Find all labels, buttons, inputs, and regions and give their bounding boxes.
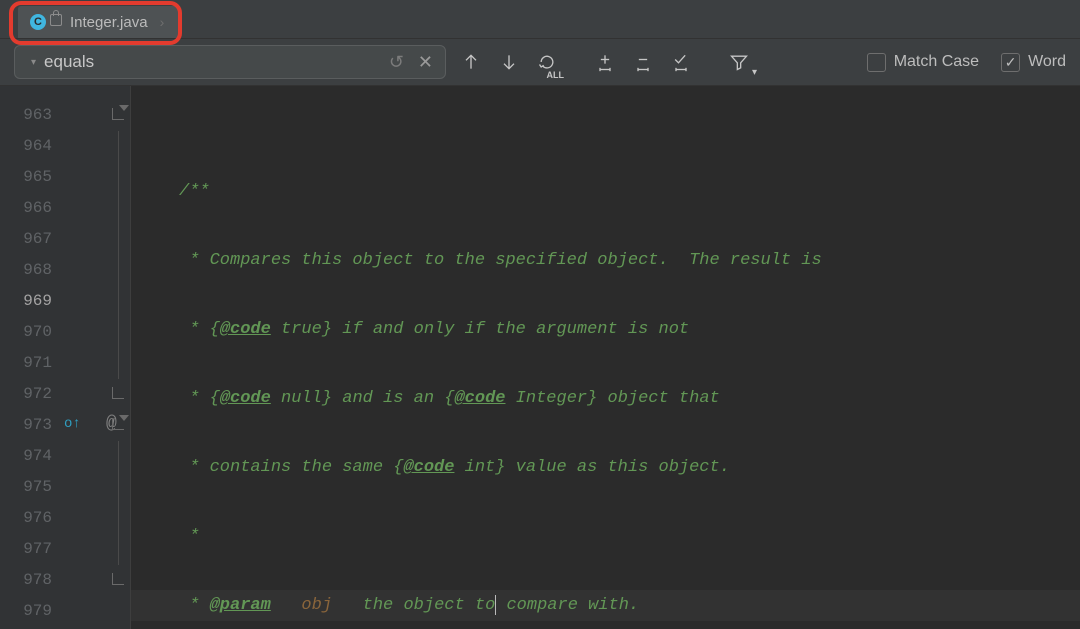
selection-group	[590, 46, 696, 78]
add-selection-button[interactable]	[590, 46, 620, 78]
line-number: 975	[0, 472, 62, 503]
search-history-icon[interactable]: ↺	[379, 52, 414, 73]
class-file-icon	[30, 14, 46, 30]
select-all-occurrences-button[interactable]: ALL	[532, 46, 562, 78]
line-number: 971	[0, 348, 62, 379]
lock-icon	[50, 14, 62, 26]
tab-filename: Integer.java	[70, 14, 148, 31]
line-number: 965	[0, 162, 62, 193]
line-number: 972	[0, 379, 62, 410]
next-occurrence-button[interactable]	[494, 46, 524, 78]
current-line: * @param obj the object to compare with.	[131, 590, 1080, 621]
match-case-label: Match Case	[894, 53, 979, 71]
words-label: Word	[1028, 53, 1066, 71]
editor-tab-integer[interactable]: Integer.java ›	[18, 6, 178, 38]
line-number: 964	[0, 131, 62, 162]
line-number: 978	[0, 565, 62, 596]
line-number: 968	[0, 255, 62, 286]
line-number: 973	[0, 410, 62, 441]
line-number: 970	[0, 317, 62, 348]
nav-group: ALL	[456, 46, 562, 78]
fold-end-icon[interactable]	[112, 387, 124, 399]
search-icon	[15, 53, 31, 71]
search-mode-dropdown-icon[interactable]: ▾	[31, 57, 42, 68]
fold-toggle-icon[interactable]	[112, 108, 124, 120]
code-area[interactable]: /** * Compares this object to the specif…	[131, 86, 1080, 629]
line-number: 977	[0, 534, 62, 565]
checkbox-icon: ✓	[1001, 53, 1020, 72]
all-badge: ALL	[547, 70, 565, 80]
filter-button[interactable]: ▾	[724, 46, 754, 78]
line-number: 976	[0, 503, 62, 534]
match-case-checkbox[interactable]: Match Case	[867, 53, 979, 72]
words-checkbox[interactable]: ✓ Word	[1001, 53, 1066, 72]
code-editor[interactable]: 963 964 965 966 967 968 969 970 971 972 …	[0, 86, 1080, 629]
search-input[interactable]	[42, 51, 379, 73]
find-toolbar: ▾ ↺ ✕ ALL ▾ Match Case	[0, 39, 1080, 86]
fold-toggle-icon[interactable]	[112, 418, 124, 430]
line-number: 966	[0, 193, 62, 224]
select-all-button[interactable]	[666, 46, 696, 78]
chevron-right-icon: ›	[160, 14, 165, 30]
line-number: 967	[0, 224, 62, 255]
clear-search-icon[interactable]: ✕	[414, 52, 445, 73]
search-field-wrapper[interactable]: ▾ ↺ ✕	[14, 45, 446, 79]
gutter-marks: o↑@	[62, 86, 131, 629]
line-number: 979	[0, 596, 62, 627]
remove-selection-button[interactable]	[628, 46, 658, 78]
line-number: 963	[0, 100, 62, 131]
checkbox-icon	[867, 53, 886, 72]
line-number: 969	[0, 286, 62, 317]
prev-occurrence-button[interactable]	[456, 46, 486, 78]
fold-end-icon[interactable]	[112, 573, 124, 585]
tab-bar: Integer.java ›	[0, 0, 1080, 39]
line-number: 974	[0, 441, 62, 472]
line-number-gutter: 963 964 965 966 967 968 969 970 971 972 …	[0, 86, 62, 629]
override-marker-icon[interactable]: o↑	[64, 416, 81, 432]
